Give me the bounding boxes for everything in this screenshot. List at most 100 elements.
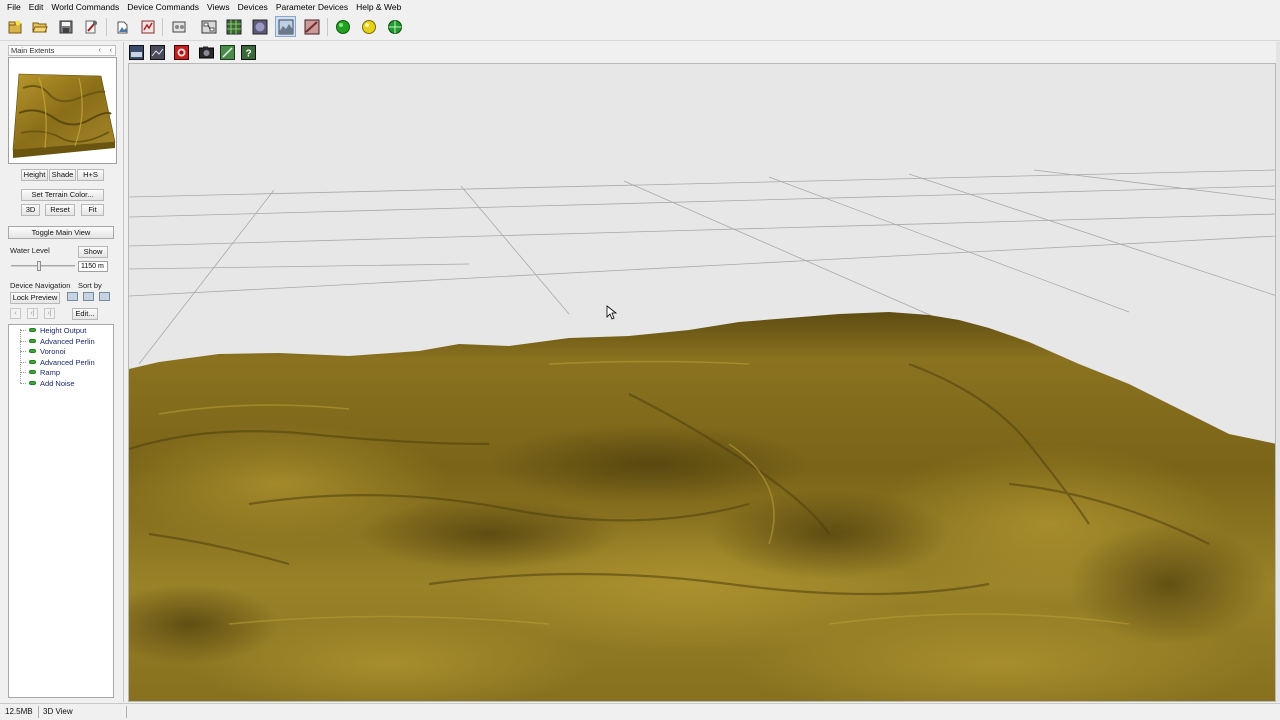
preview-3d-icon [252, 19, 267, 34]
svg-text:?: ? [245, 49, 251, 60]
settings-button[interactable] [80, 16, 101, 37]
new-world-icon [8, 20, 21, 33]
shade-mode-button[interactable]: Shade [49, 169, 76, 181]
nav-next-button[interactable]: ›| [44, 308, 55, 319]
terrain-3d-scene [129, 169, 1275, 701]
build-yellow-button[interactable] [358, 16, 379, 37]
menu-views[interactable]: Views [203, 2, 234, 12]
water-level-slider-track[interactable] [11, 265, 75, 267]
main-extents-label: Main Extents [11, 46, 55, 55]
tree-item[interactable]: Ramp [20, 367, 60, 377]
render-button[interactable] [173, 44, 190, 61]
collapse-arrow-icon[interactable]: ‹ [99, 46, 101, 55]
viewport-toolbar: ? [124, 42, 1280, 63]
nav-first-button[interactable]: ‹ [10, 308, 21, 319]
sort-grid-icon[interactable] [99, 292, 110, 301]
display-mode-button[interactable] [128, 44, 145, 61]
status-bar: 12.5MB 3D View [0, 703, 1280, 720]
save-button[interactable] [55, 16, 76, 37]
toggle-main-view-button[interactable]: Toggle Main View [8, 226, 114, 239]
device-palette-button[interactable] [168, 16, 189, 37]
tree-item-label: Advanced Perlin [40, 357, 95, 367]
view-3d-button[interactable]: 3D [21, 204, 40, 216]
render-view-button[interactable] [301, 16, 322, 37]
tree-item-label: Ramp [40, 367, 61, 377]
tree-item[interactable]: Add Noise [20, 378, 75, 388]
terrain-view-icon [278, 19, 293, 34]
edit-line-icon [220, 45, 235, 60]
world-properties-icon [117, 21, 127, 33]
help-icon: ? [241, 45, 256, 60]
menu-device-commands[interactable]: Device Commands [123, 2, 203, 12]
terrain-preview-image [9, 58, 116, 163]
menu-world-commands[interactable]: World Commands [47, 2, 123, 12]
render-red-icon [174, 45, 189, 60]
left-panel: Main Extents ‹ ‹ Height Shade H+S Set Te… [0, 42, 124, 702]
terrain-view-button[interactable] [275, 16, 296, 37]
build-globe-button[interactable] [384, 16, 405, 37]
green-build-icon [335, 19, 350, 34]
tree-item[interactable]: Height Output [20, 325, 86, 335]
menu-devices[interactable]: Devices [234, 2, 272, 12]
nav-prev-button[interactable]: ‹| [27, 308, 38, 319]
world-properties-button[interactable] [112, 16, 133, 37]
grid-view-icon [226, 19, 241, 34]
terrain-preview[interactable] [8, 57, 117, 164]
tree-item-label: Advanced Perlin [40, 336, 95, 346]
snapshot-camera-icon [199, 46, 214, 59]
height-mode-button[interactable]: Height [21, 169, 48, 181]
water-level-slider-thumb[interactable] [37, 261, 41, 271]
display-mode-icon [129, 45, 144, 60]
device-status-icon [29, 328, 36, 332]
device-status-icon [29, 360, 36, 364]
status-divider [38, 706, 39, 718]
help-button[interactable]: ? [240, 44, 257, 61]
sort-type-icon[interactable] [83, 292, 94, 301]
menu-help-web[interactable]: Help & Web [352, 2, 405, 12]
device-status-icon [29, 349, 36, 353]
menu-edit[interactable]: Edit [25, 2, 48, 12]
build-green-button[interactable] [332, 16, 353, 37]
layout-view-button[interactable] [198, 16, 219, 37]
menu-bar: File Edit World Commands Device Commands… [0, 0, 1280, 13]
main-extents-dropdown[interactable]: Main Extents ‹ ‹ [8, 45, 116, 56]
edit-line-button[interactable] [219, 44, 236, 61]
build-report-icon [141, 20, 154, 33]
lock-preview-button[interactable]: Lock Preview [10, 292, 60, 304]
tree-item-label: Add Noise [40, 378, 75, 388]
sort-by-label: Sort by [78, 281, 102, 290]
water-level-input[interactable]: 1150 m [78, 261, 108, 272]
edit-device-button[interactable]: Edit... [72, 308, 98, 320]
height-shade-mode-button[interactable]: H+S [77, 169, 104, 181]
tree-item[interactable]: Advanced Perlin [20, 357, 95, 367]
viewport-scrollbar[interactable] [1276, 42, 1280, 702]
camera-settings-icon [150, 45, 165, 60]
status-divider [126, 706, 127, 718]
reset-view-button[interactable]: Reset [45, 204, 75, 216]
grid-view-button[interactable] [223, 16, 244, 37]
expand-arrow-icon[interactable]: ‹ [110, 46, 112, 55]
sort-list-icon[interactable] [67, 292, 78, 301]
layout-view-icon [201, 20, 216, 33]
tree-item-label: Voronoi [40, 346, 66, 356]
device-palette-icon [172, 21, 185, 32]
new-world-button[interactable] [4, 16, 25, 37]
build-report-button[interactable] [137, 16, 158, 37]
device-navigation-label: Device Navigation [10, 281, 71, 290]
menu-parameter-devices[interactable]: Parameter Devices [272, 2, 352, 12]
menu-file[interactable]: File [3, 2, 25, 12]
terrain-3d-viewport[interactable] [128, 63, 1276, 702]
open-button[interactable] [29, 16, 50, 37]
fit-view-button[interactable]: Fit [81, 204, 104, 216]
main-toolbar [0, 13, 1280, 41]
set-terrain-color-button[interactable]: Set Terrain Color... [21, 189, 104, 201]
snapshot-button[interactable] [198, 44, 215, 61]
preview-3d-button[interactable] [249, 16, 270, 37]
globe-build-icon [387, 19, 402, 34]
tree-item[interactable]: Voronoi [20, 346, 65, 356]
water-show-button[interactable]: Show [78, 246, 108, 258]
tree-item[interactable]: Advanced Perlin [20, 336, 95, 346]
toolbar-separator [106, 18, 107, 36]
device-status-icon [29, 370, 36, 374]
camera-settings-button[interactable] [149, 44, 166, 61]
